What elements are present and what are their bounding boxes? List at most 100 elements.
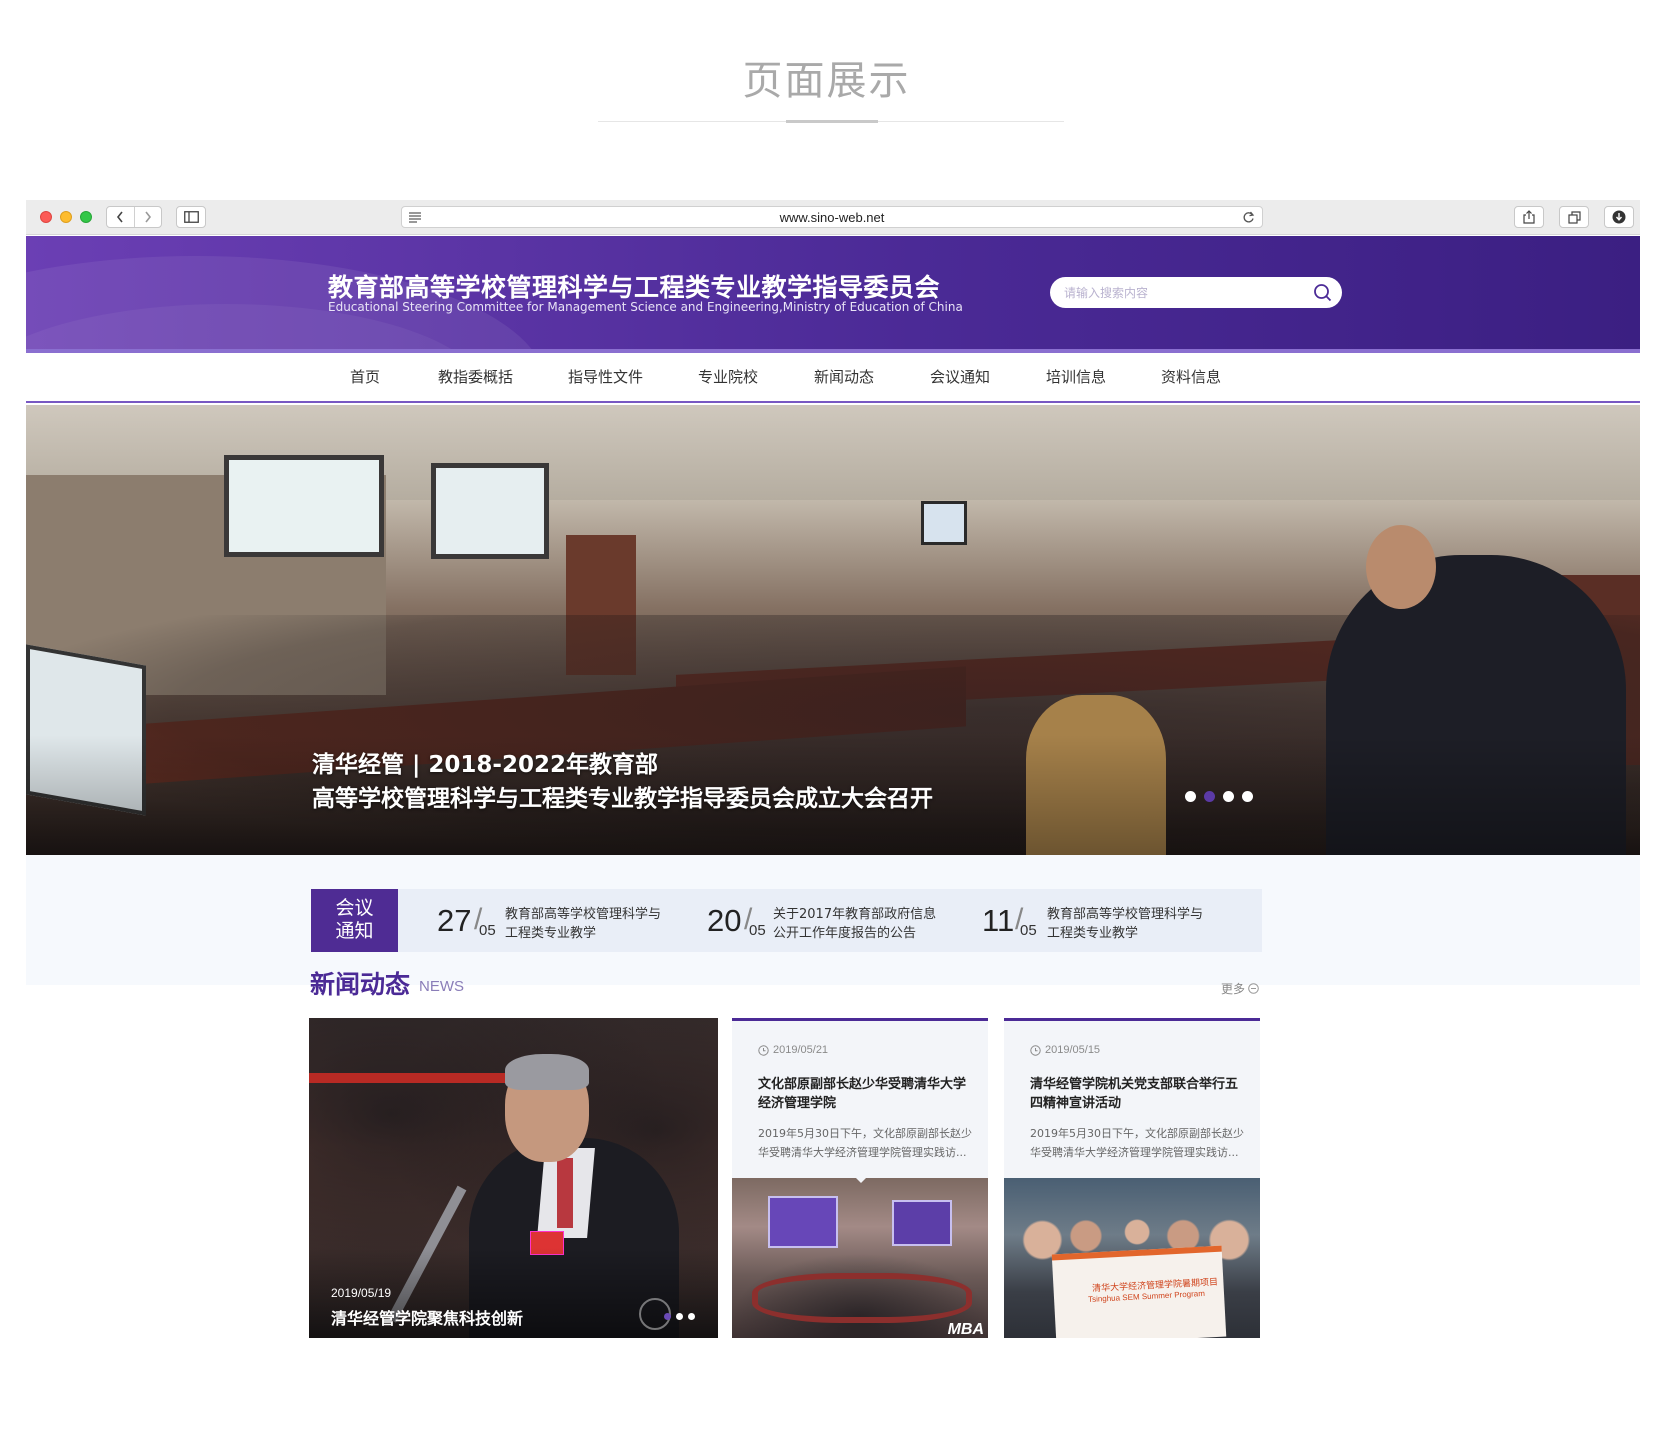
url-text: www.sino-web.net [779, 210, 885, 225]
notice-label-line2: 通知 [335, 920, 374, 942]
notice-section: 会议 通知 27 / 05 教育部高等学校管理科学与 工程类专业教学 20 / … [26, 855, 1640, 985]
news-card-title-line2: 经济管理学院 [758, 1096, 837, 1111]
news-section-subtitle: NEWS [419, 978, 464, 995]
photo-banner [892, 1200, 952, 1246]
close-window-button[interactable] [40, 211, 52, 223]
feature-dot-active[interactable] [664, 1313, 671, 1320]
notice-title-line2: 工程类专业教学 [505, 926, 597, 941]
history-nav [106, 206, 162, 228]
nav-item-news[interactable]: 新闻动态 [814, 353, 874, 401]
downloads-button[interactable] [1604, 206, 1634, 228]
slide-dot[interactable] [1242, 791, 1253, 802]
nav-item-training[interactable]: 培训信息 [1046, 353, 1106, 401]
news-card-desc-line1: 2019年5月30日下午，文化部原副部长赵少 [1030, 1127, 1244, 1140]
notice-month: 05 [1020, 922, 1037, 939]
browser-window: www.sino-web.net 教育部高等学校管理科学与工程类专业教学指导委员… [26, 200, 1640, 1446]
hero-banner[interactable]: 清华经管 | 2018-2022年教育部 高等学校管理科学与工程类专业教学指导委… [26, 405, 1640, 855]
news-card-desc-line1: 2019年5月30日下午，文化部原副部长赵少 [758, 1127, 972, 1140]
news-card-date-text: 2019/05/21 [773, 1044, 829, 1056]
forward-button[interactable] [133, 207, 161, 227]
search-box [1050, 277, 1342, 308]
news-feature-card[interactable]: 2019/05/19 清华经管学院聚焦科技创新 [309, 1018, 718, 1338]
site-header: 教育部高等学校管理科学与工程类专业教学指导委员会 Educational Ste… [26, 236, 1640, 353]
chevron-right-icon [145, 211, 152, 223]
maximize-window-button[interactable] [80, 211, 92, 223]
photo-watermark: MBA [947, 1321, 984, 1338]
feature-photo-speaker-hair [505, 1054, 589, 1090]
hero-caption-line2: 高等学校管理科学与工程类专业教学指导委员会成立大会召开 [312, 786, 933, 812]
notice-label-line1: 会议 [335, 897, 374, 919]
sidebar-toggle-button[interactable] [176, 206, 206, 228]
site-subtitle: Educational Steering Committee for Manag… [328, 300, 963, 314]
nav-item-committee[interactable]: 教指委概括 [438, 353, 513, 401]
clock-icon [1030, 1044, 1041, 1056]
clock-icon [758, 1044, 769, 1056]
news-more-link[interactable]: 更多 [1221, 980, 1259, 997]
showcase-divider-accent [786, 120, 878, 123]
nav-item-guidance-docs[interactable]: 指导性文件 [568, 353, 643, 401]
news-card-desc-line2: 华受聘清华大学经济管理学院管理实践访... [1030, 1146, 1239, 1159]
notice-month: 05 [479, 922, 496, 939]
nav-item-meetings[interactable]: 会议通知 [930, 353, 990, 401]
notice-month: 05 [749, 922, 766, 939]
share-icon [1523, 210, 1535, 224]
notice-title-line2: 工程类专业教学 [1047, 926, 1139, 941]
page-showcase: 页面展示 www.sino-web.net 教育部高等学校管理科学与工程类专业教… [0, 0, 1653, 1446]
showcase-title: 页面展示 [742, 58, 911, 104]
nav-item-schools[interactable]: 专业院校 [698, 353, 758, 401]
news-card-date: 2019/05/15 [1030, 1044, 1100, 1056]
sidebar-icon [183, 211, 199, 223]
feature-pagination [664, 1313, 695, 1320]
tabs-overview-button[interactable] [1559, 206, 1589, 228]
nav-item-resources[interactable]: 资料信息 [1161, 353, 1221, 401]
chevron-left-icon [117, 211, 124, 223]
news-card[interactable]: 2019/05/21 文化部原副部长赵少华受聘清华大学 经济管理学院 2019年… [732, 1018, 988, 1338]
notice-title-line1: 教育部高等学校管理科学与 [1047, 907, 1204, 922]
notice-bar: 会议 通知 27 / 05 教育部高等学校管理科学与 工程类专业教学 20 / … [311, 889, 1262, 952]
news-section-title: 新闻动态 [310, 970, 411, 999]
hero-photo-attendee-head [1366, 525, 1436, 609]
reload-icon[interactable] [1242, 210, 1255, 224]
news-card[interactable]: 2019/05/15 清华经管学院机关党支部联合举行五 四精神宣讲活动 2019… [1004, 1018, 1260, 1338]
news-card-image: MBA [732, 1178, 988, 1338]
search-icon[interactable] [1313, 283, 1332, 302]
download-icon [1612, 210, 1626, 224]
notice-day: 27 [437, 903, 472, 938]
notice-day: 20 [707, 903, 742, 938]
search-input[interactable] [1064, 282, 1294, 303]
site-title[interactable]: 教育部高等学校管理科学与工程类专业教学指导委员会 [328, 268, 940, 304]
news-card-title-line2: 四精神宣讲活动 [1030, 1096, 1122, 1111]
back-button[interactable] [107, 207, 134, 227]
slide-dot[interactable] [1185, 791, 1196, 802]
slide-dot-active[interactable] [1204, 791, 1215, 802]
hero-photo-monitor [921, 501, 967, 545]
news-card-notch [852, 1174, 870, 1183]
minimize-window-button[interactable] [60, 211, 72, 223]
feature-photo-red-banner [309, 1073, 519, 1083]
address-bar[interactable]: www.sino-web.net [401, 206, 1263, 228]
news-card-date-text: 2019/05/15 [1045, 1044, 1101, 1056]
notice-item[interactable]: 11 / 05 教育部高等学校管理科学与 工程类专业教学 [982, 889, 1212, 952]
news-card-title-line1: 清华经管学院机关党支部联合举行五 [1030, 1077, 1239, 1092]
news-card-desc-line2: 华受聘清华大学经济管理学院管理实践访... [758, 1146, 967, 1159]
main-nav: 首页 教指委概括 指导性文件 专业院校 新闻动态 会议通知 培训信息 资料信息 [26, 353, 1640, 403]
nav-item-home[interactable]: 首页 [350, 353, 380, 401]
share-button[interactable] [1514, 206, 1544, 228]
hero-pagination [1185, 791, 1253, 802]
news-card-date: 2019/05/21 [758, 1044, 828, 1056]
feature-photo-tie [557, 1158, 573, 1228]
slide-dot[interactable] [1223, 791, 1234, 802]
feature-title: 清华经管学院聚焦科技创新 [331, 1309, 524, 1328]
feature-dot[interactable] [676, 1313, 683, 1320]
notice-title-line2: 公开工作年度报告的公告 [773, 926, 917, 941]
news-card-image: 清华大学经济管理学院暑期项目 Tsinghua SEM Summer Progr… [1004, 1178, 1260, 1338]
feature-dot[interactable] [688, 1313, 695, 1320]
notice-label: 会议 通知 [311, 889, 398, 952]
notice-title-line1: 关于2017年教育部政府信息 [773, 907, 937, 922]
news-card-title-line1: 文化部原副部长赵少华受聘清华大学 [758, 1077, 967, 1092]
circle-minus-icon [1248, 983, 1259, 994]
notice-item[interactable]: 20 / 05 关于2017年教育部政府信息 公开工作年度报告的公告 [707, 889, 937, 952]
browser-toolbar: www.sino-web.net [26, 200, 1640, 235]
notice-item[interactable]: 27 / 05 教育部高等学校管理科学与 工程类专业教学 [437, 889, 667, 952]
hero-photo-screen [224, 455, 384, 557]
